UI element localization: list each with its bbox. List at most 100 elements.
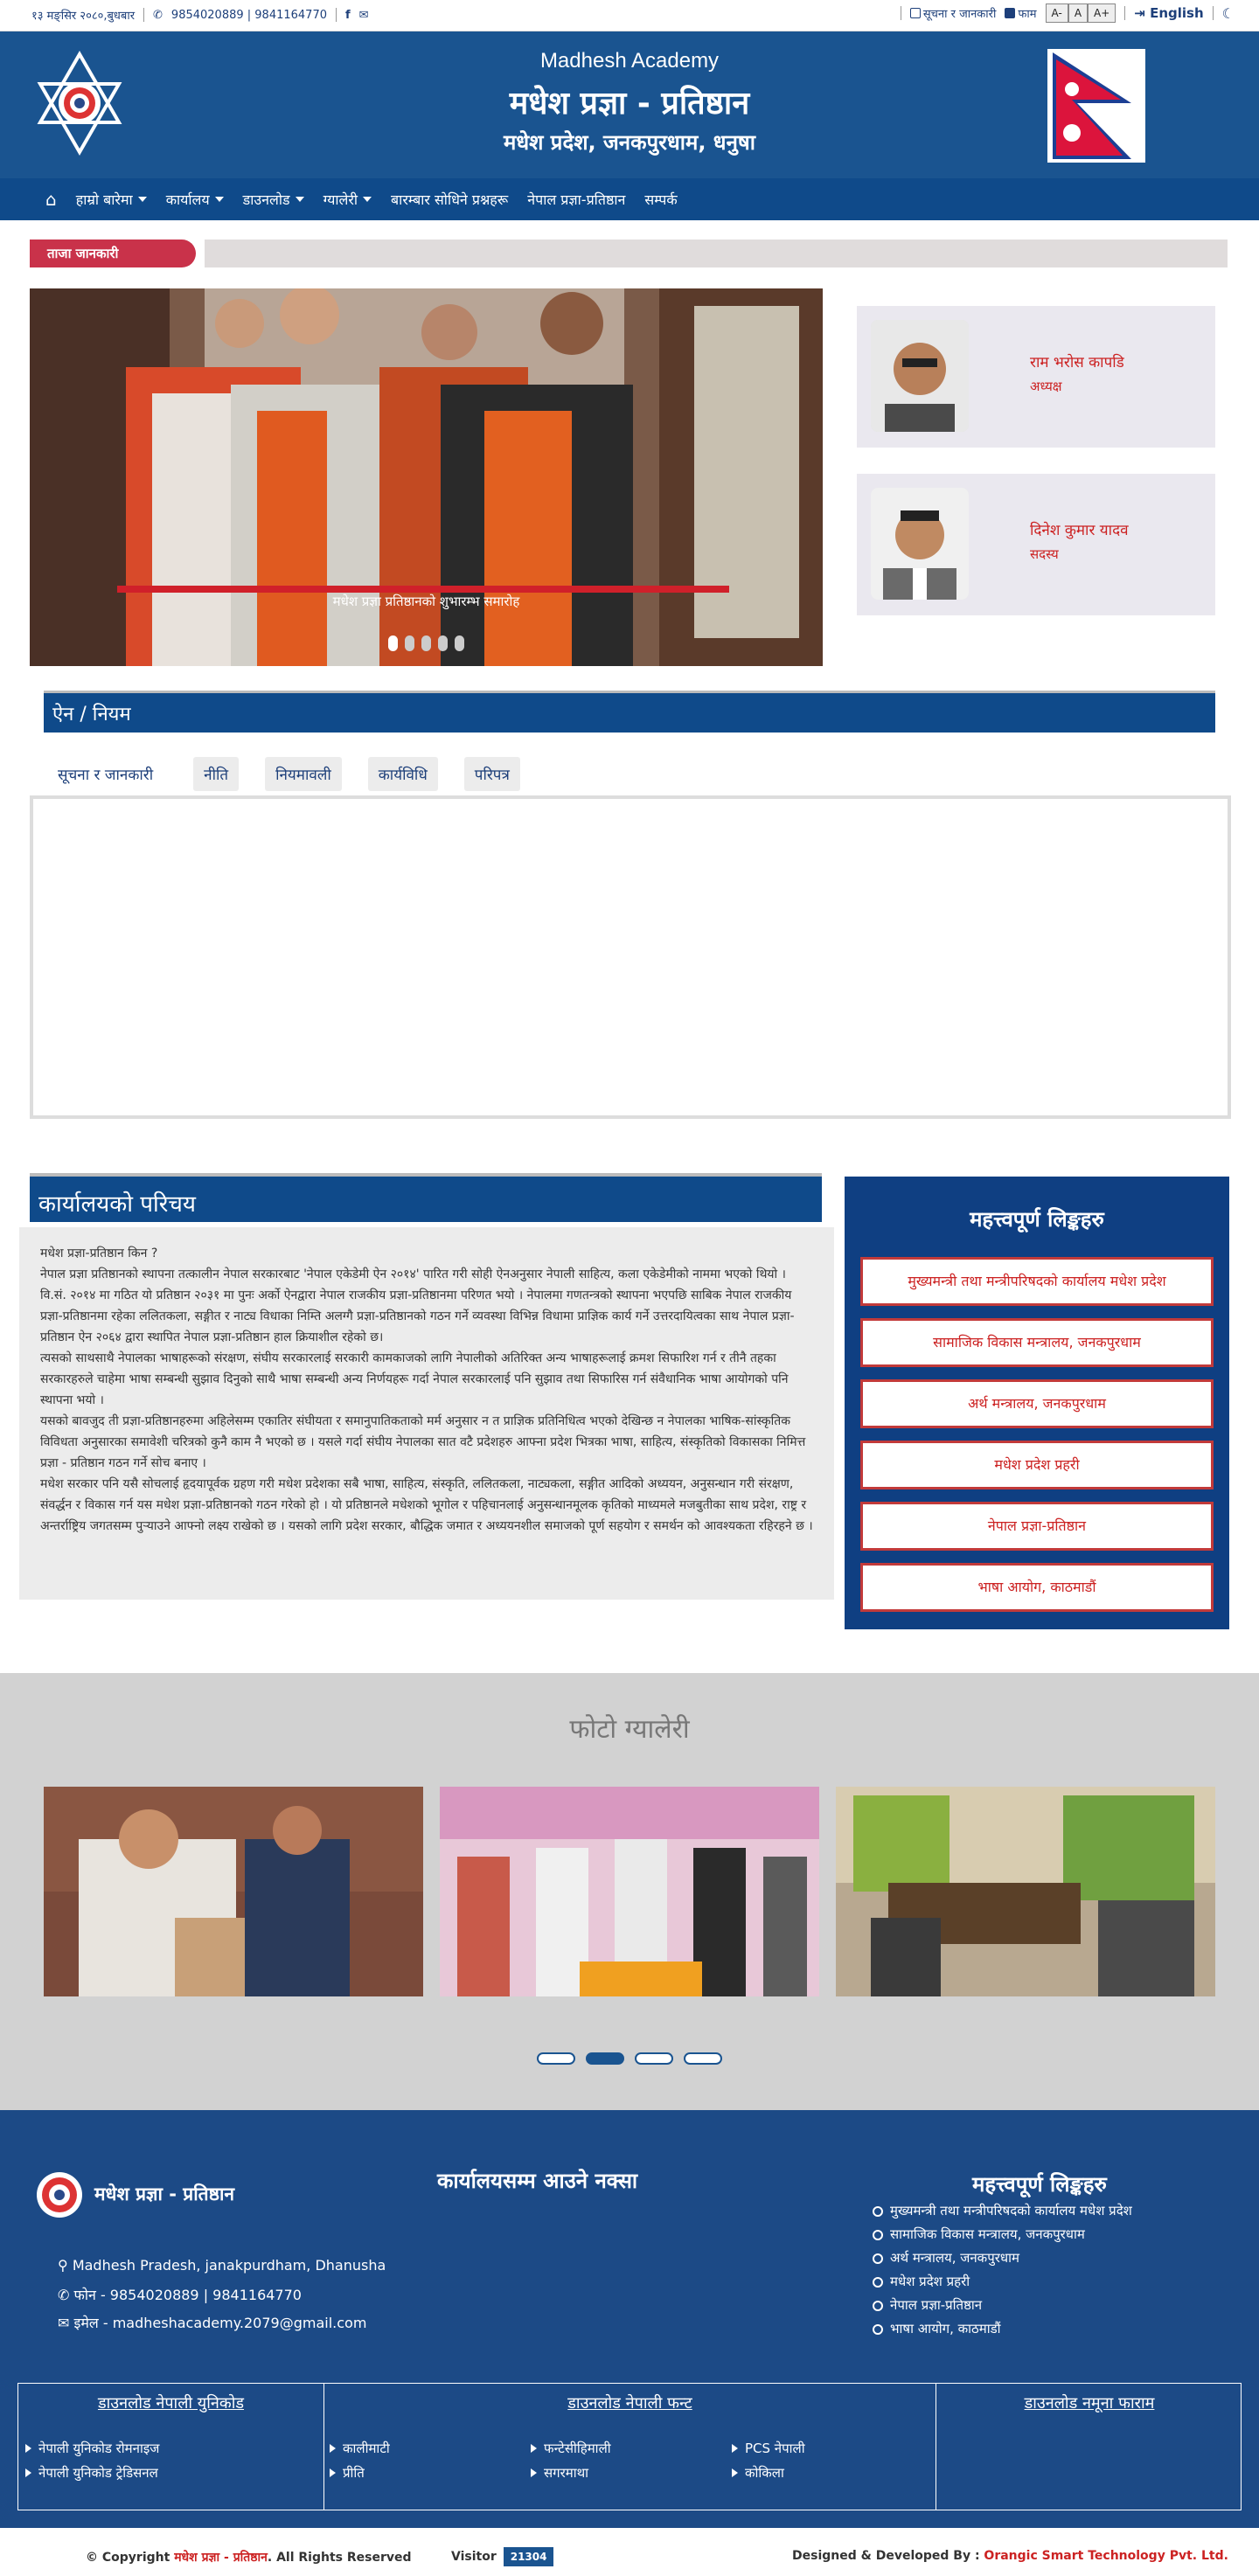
nav-item-contact[interactable]: सम्पर्क bbox=[644, 190, 677, 209]
tab-procedures[interactable]: कार्यविधि bbox=[367, 757, 438, 791]
footer-link[interactable]: भाषा आयोग, काठमाडौं bbox=[873, 2317, 1132, 2341]
font-increase-button[interactable]: A+ bbox=[1088, 3, 1116, 23]
footer-phone: ✆ फोन - 9854020889 | 9841164770 bbox=[58, 2287, 302, 2303]
slider-dot[interactable] bbox=[388, 635, 398, 651]
nav-item-faq[interactable]: बारम्बार सोधिने प्रश्नहरू bbox=[391, 190, 508, 209]
slider-dot[interactable] bbox=[405, 635, 414, 651]
nav-item-nepal-academy[interactable]: नेपाल प्रज्ञा-प्रतिष्ठान bbox=[527, 190, 625, 209]
intro-text: मधेश प्रज्ञा-प्रतिष्ठान किन ? नेपाल प्रज… bbox=[19, 1227, 834, 1600]
copyright-bar: © Copyright मधेश प्रज्ञा - प्रतिष्ठान. A… bbox=[0, 2528, 1259, 2576]
chevron-down-icon bbox=[363, 197, 372, 202]
mail-icon[interactable]: ✉ bbox=[359, 9, 369, 22]
download-item[interactable]: कालीमाटी bbox=[330, 2440, 390, 2457]
facebook-icon[interactable]: f bbox=[345, 9, 351, 22]
person-role: अध्यक्ष bbox=[1030, 378, 1062, 394]
important-link-button[interactable]: नेपाल प्रज्ञा-प्रतिष्ठान bbox=[860, 1502, 1214, 1551]
font-normal-button[interactable]: A bbox=[1068, 3, 1089, 23]
footer-link[interactable]: अर्थ मन्त्रालय, जनकपुरधाम bbox=[873, 2246, 1132, 2270]
gallery-title: फोटो ग्यालेरी bbox=[569, 1714, 690, 1745]
person-photo bbox=[871, 320, 969, 432]
download-unicode-title[interactable]: डाउनलोड नेपाली युनिकोड bbox=[18, 2392, 323, 2413]
important-link-button[interactable]: मधेश प्रदेश प्रहरी bbox=[860, 1441, 1214, 1489]
footer-map-title: कार्यालयसम्म आउने नक्सा bbox=[437, 2169, 638, 2193]
nav-item-office[interactable]: कार्यालय bbox=[166, 190, 224, 209]
site-header: Madhesh Academy मधेश प्रज्ञा - प्रतिष्ठा… bbox=[0, 31, 1259, 178]
gallery-image[interactable] bbox=[44, 1787, 423, 1996]
news-ticker-label: ताजा जानकारी bbox=[30, 240, 196, 267]
copyright-org-link[interactable]: मधेश प्रज्ञा - प्रतिष्ठान bbox=[174, 2551, 268, 2565]
date-text: १३ मङ्सिर २०८०,बुधबार bbox=[31, 10, 136, 23]
language-toggle[interactable]: ⇥ English bbox=[1134, 5, 1203, 21]
person-card-member: दिनेश कुमार यादव सदस्य bbox=[857, 474, 1215, 615]
footer-link[interactable]: सामाजिक विकास मन्त्रालय, जनकपुरधाम bbox=[873, 2223, 1132, 2246]
nav-item-download[interactable]: डाउनलोड bbox=[243, 190, 304, 209]
developer-credit: Designed & Developed By : Orangic Smart … bbox=[792, 2549, 1228, 2563]
moon-icon[interactable]: ☾ bbox=[1222, 5, 1235, 22]
laws-heading: ऐन / नियम bbox=[44, 691, 1215, 733]
top-bar: १३ मङ्सिर २०८०,बुधबार ✆ 9854020889 | 984… bbox=[0, 0, 1259, 31]
download-item[interactable]: नेपाली युनिकोड ट्रेडिसनल bbox=[25, 2464, 158, 2482]
developer-link[interactable]: Orangic Smart Technology Pvt. Ltd. bbox=[984, 2549, 1228, 2563]
important-links-panel: महत्त्वपूर्ण लिङ्कहरु मुख्यमन्त्री तथा म… bbox=[845, 1177, 1229, 1629]
person-role: सदस्य bbox=[1030, 546, 1059, 562]
font-decrease-button[interactable]: A- bbox=[1045, 3, 1068, 23]
gallery-dot[interactable] bbox=[635, 2052, 673, 2065]
important-link-button[interactable]: भाषा आयोग, काठमाडौं bbox=[860, 1563, 1214, 1612]
tab-circulars[interactable]: परिपत्र bbox=[463, 757, 520, 791]
map-pin-icon: ⚲ bbox=[58, 2257, 73, 2274]
download-item[interactable]: प्रीति bbox=[330, 2464, 365, 2482]
slider-dot[interactable] bbox=[455, 635, 464, 651]
person-card-chair: राम भरोस कापडि अध्यक्ष bbox=[857, 306, 1215, 448]
download-item[interactable]: फन्टेसीहिमाली bbox=[531, 2440, 611, 2457]
person-name: राम भरोस कापडि bbox=[1030, 354, 1124, 371]
download-item[interactable]: सगरमाथा bbox=[531, 2464, 588, 2482]
intro-paragraph: यसको बावजुद ती प्रज्ञा-प्रतिष्ठानहरुमा अ… bbox=[40, 1414, 806, 1470]
notice-link[interactable]: सूचना र जानकारी bbox=[909, 5, 996, 21]
tab-regulations[interactable]: नियमावली bbox=[265, 757, 342, 791]
tab-policy[interactable]: नीति bbox=[193, 757, 240, 791]
download-item[interactable]: नेपाली युनिकोड रोमनाइज bbox=[25, 2440, 159, 2457]
footer-link[interactable]: मधेश प्रदेश प्रहरी bbox=[873, 2270, 1132, 2294]
gallery-dot[interactable] bbox=[586, 2052, 624, 2065]
intro-paragraph: मधेश प्रज्ञा-प्रतिष्ठान किन ? bbox=[40, 1246, 158, 1260]
nepal-flag-image bbox=[1047, 49, 1145, 163]
caret-right-icon bbox=[531, 2468, 537, 2477]
footer-link[interactable]: नेपाल प्रज्ञा-प्रतिष्ठान bbox=[873, 2294, 1132, 2317]
footer-email[interactable]: ✉ इमेल - madheshacademy.2079@gmail.com bbox=[58, 2313, 366, 2332]
important-link-button[interactable]: मुख्यमन्त्री तथा मन्त्रीपरिषदको कार्यालय… bbox=[860, 1257, 1214, 1306]
phone-icon: ✆ bbox=[58, 2287, 74, 2303]
hero-slider[interactable]: मधेश प्रज्ञा प्रतिष्ठानको शुभारम्भ समारो… bbox=[30, 288, 823, 666]
chevron-down-icon bbox=[214, 197, 224, 202]
gallery-dot[interactable] bbox=[537, 2052, 575, 2065]
slider-dot[interactable] bbox=[421, 635, 431, 651]
gallery-dot[interactable] bbox=[684, 2052, 722, 2065]
home-icon[interactable]: ⌂ bbox=[45, 189, 57, 210]
gear-icon bbox=[873, 2253, 883, 2264]
intro-heading: कार्यालयको परिचय bbox=[30, 1173, 822, 1222]
gallery-image[interactable] bbox=[440, 1787, 819, 1996]
download-form-column: डाउनलोड नमूना फाराम bbox=[936, 2384, 1242, 2510]
login-icon: ⇥ bbox=[1134, 5, 1151, 21]
gallery-image[interactable] bbox=[836, 1787, 1215, 1996]
laws-tabs: सूचना र जानकारी नीति नियमावली कार्यविधि … bbox=[44, 757, 520, 791]
nav-item-gallery[interactable]: ग्यालेरी bbox=[323, 190, 372, 209]
tab-notices[interactable]: सूचना र जानकारी bbox=[44, 757, 167, 791]
nav-item-about[interactable]: हाम्रो बारेमा bbox=[76, 190, 147, 209]
form-link[interactable]: फाम bbox=[1005, 5, 1037, 21]
important-link-button[interactable]: अर्थ मन्त्रालय, जनकपुरधाम bbox=[860, 1379, 1214, 1428]
download-item[interactable]: कोकिला bbox=[732, 2464, 784, 2482]
footer-links-list: मुख्यमन्त्री तथा मन्त्रीपरिषदको कार्यालय… bbox=[873, 2199, 1132, 2341]
slider-dot[interactable] bbox=[438, 635, 448, 651]
footer-link[interactable]: मुख्यमन्त्री तथा मन्त्रीपरिषदको कार्यालय… bbox=[873, 2199, 1132, 2223]
download-font-title[interactable]: डाउनलोड नेपाली फन्ट bbox=[324, 2392, 936, 2413]
download-item[interactable]: PCS नेपाली bbox=[732, 2440, 805, 2457]
important-links-title: महत्त्वपूर्ण लिङ्कहरु bbox=[970, 1207, 1104, 1232]
gear-icon bbox=[873, 2300, 883, 2311]
caret-right-icon bbox=[732, 2444, 738, 2453]
download-form-title[interactable]: डाउनलोड नमूना फाराम bbox=[936, 2392, 1242, 2413]
gear-icon bbox=[873, 2323, 883, 2335]
important-link-button[interactable]: सामाजिक विकास मन्त्रालय, जनकपुरधाम bbox=[860, 1318, 1214, 1367]
download-box: डाउनलोड नेपाली युनिकोड नेपाली युनिकोड रो… bbox=[17, 2383, 1242, 2510]
person-name: दिनेश कुमार यादव bbox=[1030, 522, 1129, 539]
slider-indicators bbox=[30, 635, 823, 651]
